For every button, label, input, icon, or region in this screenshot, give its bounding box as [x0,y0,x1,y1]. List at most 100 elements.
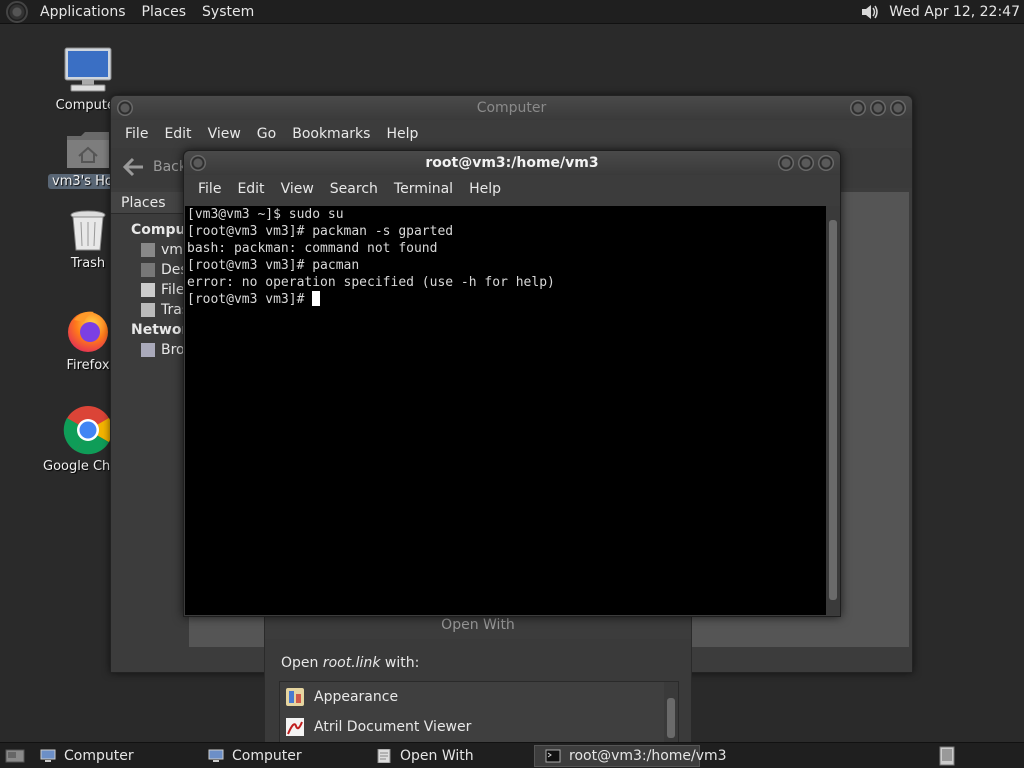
terminal-line: error: no operation specified (use -h fo… [187,275,555,290]
window-title: Computer [476,100,547,116]
menu-go[interactable]: Go [249,126,284,142]
app-name: Appearance [314,689,399,705]
applications-menu[interactable]: Applications [32,4,134,20]
places-sidebar: Places Computer vm3 Desktop File System … [111,192,185,647]
terminal-line: [root@vm3 vm3]# pacman [187,258,360,273]
trash-icon [141,303,155,317]
terminal-line: [vm3@vm3 ~]$ sudo su [187,207,344,222]
terminal-window: root@vm3:/home/vm3 File Edit View Search… [183,150,841,617]
sidebar-item-label: vm3 [161,242,185,258]
task-label: Computer [64,747,134,764]
task-label: Computer [232,747,302,764]
home-icon [141,243,155,257]
task-computer-1[interactable]: Computer [30,745,196,767]
sidebar-item-trash[interactable]: Trash [111,300,185,320]
terminal-line: bash: packman: command not found [187,241,438,256]
sidebar-item-label: Browse Network [161,342,185,358]
terminal-icon [545,749,561,762]
volume-icon[interactable] [859,2,881,22]
appearance-icon [286,688,304,706]
menu-file[interactable]: File [190,181,229,197]
app-name: Atril Document Viewer [314,719,472,735]
scrollbar-thumb[interactable] [829,220,837,600]
window-title: root@vm3:/home/vm3 [425,155,599,171]
sidebar-item-home[interactable]: vm3 [111,240,185,260]
terminal-prompt: [root@vm3 vm3]# [187,292,313,307]
close-button[interactable] [818,155,834,171]
computer-icon [40,749,56,762]
desktop-icon-label: Google Chrome [43,459,115,474]
task-open-with[interactable]: Open With [366,745,532,767]
distro-logo-icon[interactable] [6,0,28,23]
computer-icon [208,749,224,762]
drive-icon [141,283,155,297]
sidebar-item-browse-network[interactable]: Browse Network [111,340,185,360]
sidebar-item-label: Trash [161,302,185,318]
open-with-dialog: Open With Open root.link with: Appearanc… [264,610,692,746]
show-desktop-icon [5,749,25,762]
document-viewer-icon [286,718,304,736]
menu-file[interactable]: File [117,126,156,142]
close-button[interactable] [890,100,906,116]
computer-icon [43,46,133,98]
dialog-icon [377,748,391,763]
menu-help[interactable]: Help [378,126,426,142]
terminal-prompt-line: [root@vm3 vm3]# [187,291,826,308]
menu-view[interactable]: View [200,126,249,142]
back-button[interactable]: Back [121,156,187,178]
app-row-atril[interactable]: Atril Document Viewer [280,712,678,742]
sidebar-header[interactable]: Places [111,192,185,214]
window-menu-icon[interactable] [190,155,206,171]
minimize-button[interactable] [778,155,794,171]
back-label: Back [153,159,187,175]
application-list: Appearance Atril Document Viewer [279,681,679,746]
show-desktop-button[interactable] [0,745,30,767]
terminal-menubar: File Edit View Search Terminal Help [184,175,840,203]
prompt-suffix: with: [380,655,420,671]
open-with-prompt: Open root.link with: [281,655,419,671]
task-label: Open With [400,747,474,764]
desktop-icon [141,263,155,277]
scrollbar-thumb[interactable] [667,698,675,738]
file-manager-menubar: File Edit View Go Bookmarks Help [111,120,912,148]
sidebar-item-label: Desktop [161,262,185,278]
back-arrow-icon [122,157,143,177]
prompt-prefix: Open [281,655,323,671]
menu-search[interactable]: Search [322,181,386,197]
terminal-scrollbar[interactable] [826,206,840,615]
workspace-switcher[interactable] [932,745,962,767]
terminal-cursor [312,291,321,306]
system-menu[interactable]: System [194,4,262,20]
sidebar-item-label: File System [161,282,185,298]
sidebar-item-desktop[interactable]: Desktop [111,260,185,280]
menu-edit[interactable]: Edit [156,126,199,142]
file-manager-titlebar[interactable]: Computer [111,96,912,120]
maximize-button[interactable] [870,100,886,116]
task-computer-2[interactable]: Computer [198,745,364,767]
workspace-icon [939,746,955,765]
sidebar-item-filesystem[interactable]: File System [111,280,185,300]
places-menu[interactable]: Places [134,4,195,20]
app-row-appearance[interactable]: Appearance [280,682,678,712]
window-menu-icon[interactable] [117,100,133,116]
list-scrollbar[interactable] [664,682,678,745]
top-panel: Applications Places System Wed Apr 12, 2… [0,0,1024,24]
sidebar-section-network: Network [131,322,185,338]
bottom-panel: Computer Computer Open With root@vm3:/ho… [0,742,1024,768]
task-label: root@vm3:/home/vm3 [569,747,727,764]
menu-bookmarks[interactable]: Bookmarks [284,126,378,142]
menu-terminal[interactable]: Terminal [386,181,461,197]
terminal-output[interactable]: [vm3@vm3 ~]$ sudo su [root@vm3 vm3]# pack… [185,206,826,615]
sidebar-section-computer: Computer [131,222,185,238]
menu-edit[interactable]: Edit [229,181,272,197]
maximize-button[interactable] [798,155,814,171]
terminal-titlebar[interactable]: root@vm3:/home/vm3 [184,151,840,175]
prompt-filename: root.link [322,655,381,671]
minimize-button[interactable] [850,100,866,116]
clock[interactable]: Wed Apr 12, 22:47 [889,4,1024,20]
terminal-line: [root@vm3 vm3]# packman -s gparted [187,224,454,239]
network-icon [141,343,155,357]
menu-view[interactable]: View [273,181,322,197]
menu-help[interactable]: Help [461,181,509,197]
task-terminal[interactable]: root@vm3:/home/vm3 [534,744,727,767]
